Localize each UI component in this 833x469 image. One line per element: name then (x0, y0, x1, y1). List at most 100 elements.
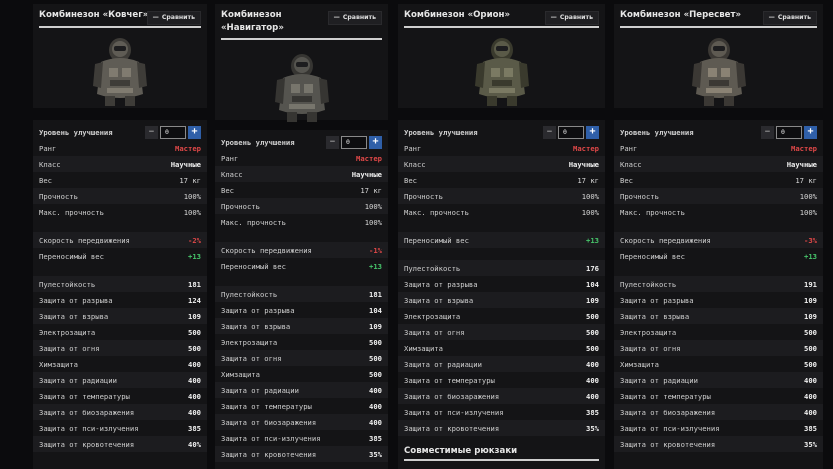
stat-value: 181 (369, 289, 382, 299)
stat-label: Макс. прочность (620, 207, 685, 217)
stat-value: Мастер (573, 143, 599, 153)
upgrade-stepper: −0 + (326, 135, 382, 149)
stat-label: Защита от радиации (620, 375, 698, 385)
stat-row: Класс Научные (614, 156, 823, 172)
upgrade-input[interactable]: 0 (776, 125, 802, 139)
decrement-button[interactable]: − (145, 125, 158, 139)
stat-value: Мастер (356, 153, 382, 163)
stat-row: Защита от биозаражения 400 (33, 404, 207, 420)
stat-label: Защита от пси-излучения (620, 423, 720, 433)
stat-label: Защита от кровотечения (39, 439, 135, 449)
stat-row: Защита от взрыва 109 (398, 292, 605, 308)
increment-button[interactable]: + (188, 125, 201, 139)
stat-row: Пулестойкость 181 (215, 286, 388, 302)
title-underline (221, 38, 382, 40)
stat-row: Защита от температуры 400 (33, 388, 207, 404)
section-underline (404, 459, 599, 461)
stat-label: Скорость передвижения (39, 235, 130, 245)
stat-value: 400 (804, 407, 817, 417)
stat-row: Класс Научные (33, 156, 207, 172)
stat-label: Вес (620, 175, 633, 185)
title-underline (620, 26, 817, 28)
stat-label: Защита от кровотечения (221, 449, 317, 459)
stat-label: Прочность (39, 191, 78, 201)
stat-label: Химзащита (221, 369, 260, 379)
stat-value: 400 (586, 375, 599, 385)
stat-row: Ранг Мастер (33, 140, 207, 156)
decrement-button[interactable]: − (326, 135, 339, 149)
stat-value: 400 (188, 407, 201, 417)
minus-icon: — (152, 14, 159, 21)
increment-button[interactable]: + (804, 125, 817, 139)
stat-label: Защита от разрыва (39, 295, 113, 305)
stat-row: Макс. прочность 100% (614, 204, 823, 220)
stat-row: Защита от огня 500 (614, 340, 823, 356)
stat-value: 500 (369, 353, 382, 363)
stat-label: Переносимый вес (404, 235, 469, 245)
stat-row: Вес 17 кг (215, 182, 388, 198)
stat-row: Пулестойкость 176 (398, 260, 605, 276)
upgrade-stepper: −0 + (761, 125, 817, 139)
compare-button[interactable]: — Сравнить (762, 11, 817, 25)
stat-label: Ранг (620, 143, 638, 153)
increment-button[interactable]: + (586, 125, 599, 139)
stat-label: Макс. прочность (39, 207, 104, 217)
stat-label: Прочность (221, 201, 260, 211)
stat-value: 40% (188, 439, 201, 449)
minus-icon: — (550, 14, 557, 21)
stat-value: Мастер (175, 143, 201, 153)
stat-value: Мастер (791, 143, 817, 153)
increment-button[interactable]: + (369, 135, 382, 149)
decrement-button[interactable]: − (761, 125, 774, 139)
compare-button[interactable]: — Сравнить (327, 11, 382, 25)
stat-value: 400 (586, 359, 599, 369)
stat-row: Вес 17 кг (33, 172, 207, 188)
upgrade-input[interactable]: 0 (160, 125, 186, 139)
stat-label: Защита от кровотечения (620, 439, 716, 449)
stat-label: Макс. прочность (221, 217, 286, 227)
stat-row: Прочность 100% (398, 188, 605, 204)
stat-row: Защита от разрыва 124 (33, 292, 207, 308)
stat-value: 100% (364, 217, 382, 227)
card-title: Комбинезон (221, 10, 282, 20)
upgrade-row: Уровень улучшения −0 + (33, 124, 207, 140)
stat-value: 104 (369, 305, 382, 315)
stat-value: 109 (586, 295, 599, 305)
stat-label: Химзащита (39, 359, 78, 369)
stat-label: Защита от взрыва (620, 311, 690, 321)
stat-row: Химзащита 500 (215, 366, 388, 382)
card-title: Комбинезон «Ковчег» (39, 10, 149, 20)
stat-label: Электрозащита (620, 327, 677, 337)
card-title: «Навигатор» (221, 23, 284, 33)
stat-value: 100% (799, 191, 817, 201)
stat-label: Защита от огня (620, 343, 681, 353)
stat-row: Переносимый вес +13 (398, 232, 605, 248)
upgrade-input[interactable]: 0 (341, 135, 367, 149)
upgrade-row: Уровень улучшения −0 + (398, 124, 605, 140)
stat-value: +13 (369, 261, 382, 271)
stat-row: Защита от пси-излучения 385 (614, 420, 823, 436)
upgrade-input[interactable]: 0 (558, 125, 584, 139)
decrement-button[interactable]: − (543, 125, 556, 139)
stat-row: Химзащита 400 (33, 356, 207, 372)
stat-row: Электрозащита 500 (33, 324, 207, 340)
stat-label: Вес (39, 175, 52, 185)
stat-value: 385 (369, 433, 382, 443)
stat-label: Электрозащита (404, 311, 461, 321)
stat-row: Защита от температуры 400 (614, 388, 823, 404)
stat-label: Переносимый вес (620, 251, 685, 261)
stat-row: Скорость передвижения -2% (33, 232, 207, 248)
compare-label: Сравнить (559, 14, 593, 21)
stat-label: Класс (221, 169, 243, 179)
stat-label: Пулестойкость (221, 289, 278, 299)
stat-label: Ранг (221, 153, 239, 163)
compare-button[interactable]: — Сравнить (544, 11, 599, 25)
stat-row: Защита от разрыва 104 (215, 302, 388, 318)
stat-row: Защита от биозаражения 400 (215, 414, 388, 430)
stat-label: Защита от температуры (221, 401, 312, 411)
stat-value: +13 (586, 235, 599, 245)
compare-button[interactable]: — Сравнить (146, 11, 201, 25)
upgrade-row: Уровень улучшения −0 + (614, 124, 823, 140)
title-underline (39, 26, 201, 28)
stat-label: Макс. прочность (404, 207, 469, 217)
